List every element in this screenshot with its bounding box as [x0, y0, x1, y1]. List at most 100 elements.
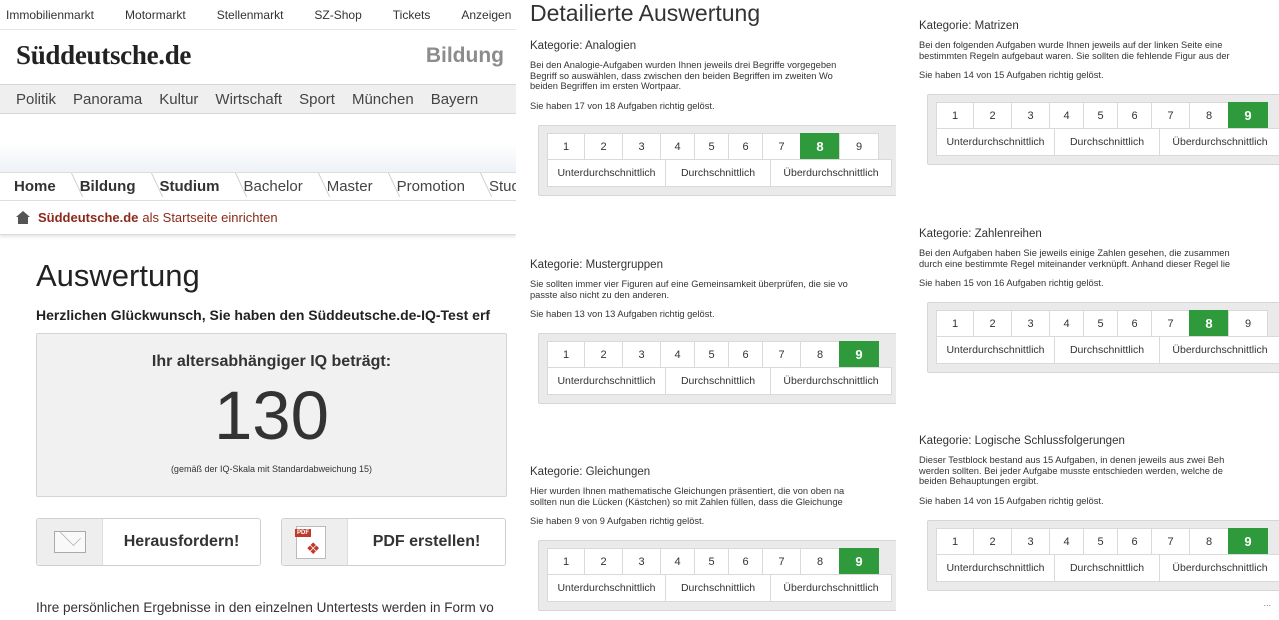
nav-item-6[interactable]: Bayern: [431, 91, 479, 108]
set-homepage-brand[interactable]: Süddeutsche.de: [38, 210, 138, 225]
iq-note: (gemäß der IQ-Skala mit Standardabweichu…: [170, 464, 373, 474]
rating-label-1: Durchschnittlich: [665, 158, 771, 187]
breadcrumb-item-2[interactable]: Studium: [160, 178, 244, 195]
rating-cell-6: 6: [728, 132, 763, 160]
nav-item-2[interactable]: Kultur: [159, 91, 198, 108]
set-homepage-text[interactable]: als Startseite einrichten: [142, 210, 277, 225]
rating-cell-3: 3: [622, 132, 661, 160]
rating-cell-9: 9: [1228, 527, 1268, 555]
rating-numbers: 123456789: [547, 548, 891, 575]
rating-labels: Unterdurchschnittlich Durchschnittlich Übe…: [936, 553, 1279, 582]
topbar-link-5[interactable]: Anzeigen: [461, 8, 511, 22]
rating-cell-5: 5: [694, 132, 729, 160]
create-pdf-button[interactable]: PDF ❖ PDF erstellen!: [281, 518, 506, 566]
set-homepage-link[interactable]: Süddeutsche.de als Startseite einrichten: [0, 201, 516, 235]
iq-value: 130: [213, 377, 330, 454]
rating-cell-7: 7: [762, 132, 801, 160]
iq-result-box: Ihr altersabhängiger IQ beträgt: 130 (ge…: [36, 333, 507, 497]
rating-label-0: Unterdurchschnittlich: [936, 553, 1055, 582]
topbar-link-2[interactable]: Stellenmarkt: [217, 8, 284, 22]
category-4: Kategorie: Zahlenreihen Bei den Aufgaben …: [919, 228, 1279, 288]
rating-cell-1: 1: [547, 132, 585, 160]
rating-cell-9: 9: [839, 341, 879, 368]
category-title: Kategorie: Gleichungen: [530, 466, 651, 478]
challenge-button[interactable]: Herausfordern!: [36, 518, 261, 566]
rating-cell-5: 5: [1083, 102, 1118, 129]
breadcrumb-item-4[interactable]: Master: [327, 178, 397, 195]
rating-cell-1: 1: [547, 548, 585, 575]
topbar-link-0[interactable]: Immobilienmarkt: [6, 8, 94, 22]
category-title: Kategorie: Matrizen: [919, 20, 1019, 32]
rating-label-2: Überdurchschnittlich: [770, 367, 892, 395]
category-score: Sie haben 14 von 15 Aufgaben richtig gel…: [919, 495, 1104, 506]
rating-cell-2: 2: [584, 132, 623, 160]
rating-cell-9: 9: [839, 548, 879, 575]
category-score: Sie haben 17 von 18 Aufgaben richtig gel…: [530, 100, 715, 111]
breadcrumb-item-0[interactable]: Home: [14, 178, 80, 195]
site-logo[interactable]: Süddeutsche.de: [16, 40, 191, 71]
detail-panel-left: Detailierte Auswertung Kategorie: Analog…: [516, 0, 896, 620]
results-intro-text: Ihre persönlichen Ergebnisse in den einz…: [36, 600, 494, 615]
rating-label-2: Überdurchschnittlich: [1159, 336, 1279, 364]
header-spacer: [0, 114, 516, 172]
nav-item-3[interactable]: Wirtschaft: [215, 91, 282, 108]
rating-cell-1: 1: [936, 102, 974, 129]
nav-item-5[interactable]: München: [352, 91, 414, 108]
rating-cell-1: 1: [936, 527, 974, 555]
challenge-button-label: Herausfordern!: [123, 533, 240, 550]
rating-cell-4: 4: [1049, 527, 1084, 555]
category-1: Kategorie: Mustergruppen Sie sollten imme…: [530, 259, 896, 319]
topbar-link-4[interactable]: Tickets: [393, 8, 431, 22]
breadcrumb-item-1[interactable]: Bildung: [80, 178, 160, 195]
rating-cell-4: 4: [660, 132, 695, 160]
breadcrumb-item-6[interactable]: Stud: [489, 178, 516, 195]
topbar-link-3[interactable]: SZ-Shop: [314, 8, 361, 22]
breadcrumb-item-5[interactable]: Promotion: [397, 178, 489, 195]
rating-cell-4: 4: [660, 548, 695, 575]
rating-cell-6: 6: [728, 548, 763, 575]
rating-label-0: Unterdurchschnittlich: [547, 367, 666, 395]
rating-labels: Unterdurchschnittlich Durchschnittlich Übe…: [547, 574, 892, 602]
home-icon: [16, 211, 30, 224]
rating-labels: Unterdurchschnittlich Durchschnittlich Übe…: [936, 336, 1279, 364]
rating-cell-6: 6: [1117, 102, 1152, 129]
congrats-message: Herzlichen Glückwunsch, Sie haben den Sü…: [36, 307, 491, 323]
category-description: Sie sollten immer vier Figuren auf eine …: [530, 279, 848, 300]
rating-cell-2: 2: [584, 341, 623, 368]
more-indicator: ...: [1263, 598, 1271, 608]
rating-cell-8: 8: [800, 132, 840, 160]
rating-cell-7: 7: [1151, 102, 1190, 129]
rating-labels: Unterdurchschnittlich Durchschnittlich Übe…: [547, 158, 892, 187]
rating-cell-8: 8: [1189, 102, 1229, 129]
rating-cell-2: 2: [973, 310, 1012, 337]
topbar-link-1[interactable]: Motormarkt: [125, 8, 186, 22]
nav-item-0[interactable]: Politik: [16, 91, 56, 108]
rating-numbers: 123456789: [936, 102, 1279, 129]
section-title[interactable]: Bildung: [426, 44, 504, 68]
envelope-icon: [37, 519, 103, 565]
rating-cell-4: 4: [1049, 102, 1084, 129]
rating-cell-1: 1: [936, 310, 974, 337]
rating-cell-2: 2: [584, 548, 623, 575]
rating-label-2: Überdurchschnittlich: [770, 158, 892, 187]
breadcrumb-item-3[interactable]: Bachelor: [244, 178, 327, 195]
rating-cell-6: 6: [728, 341, 763, 368]
category-2: Kategorie: Gleichungen Hier wurden Ihnen …: [530, 466, 896, 526]
nav-item-4[interactable]: Sport: [299, 91, 335, 108]
rating-cell-1: 1: [547, 341, 585, 368]
create-pdf-button-label: PDF erstellen!: [372, 533, 481, 550]
rating-label-2: Überdurchschnittlich: [770, 574, 892, 602]
rating-label-1: Durchschnittlich: [1054, 553, 1160, 582]
rating-scale: 1 2 3 4 5 6 7 8 9 Unterdurchschnittlich Durchschni…: [538, 124, 896, 196]
rating-numbers: 123456789: [936, 310, 1279, 337]
rating-label-2: Überdurchschnittlich: [1159, 553, 1279, 582]
rating-cell-6: 6: [1117, 527, 1152, 555]
nav-item-1[interactable]: Panorama: [73, 91, 142, 108]
rating-label-2: Überdurchschnittlich: [1159, 128, 1279, 156]
rating-cell-5: 5: [1083, 527, 1118, 555]
article-page: Immobilienmarkt Motormarkt Stellenmarkt SZ-…: [0, 0, 516, 620]
category-3: Kategorie: Matrizen Bei den folgenden Auf…: [919, 20, 1279, 80]
rating-cell-2: 2: [973, 527, 1012, 555]
rating-cell-8: 8: [1189, 310, 1229, 337]
rating-cell-3: 3: [622, 548, 661, 575]
